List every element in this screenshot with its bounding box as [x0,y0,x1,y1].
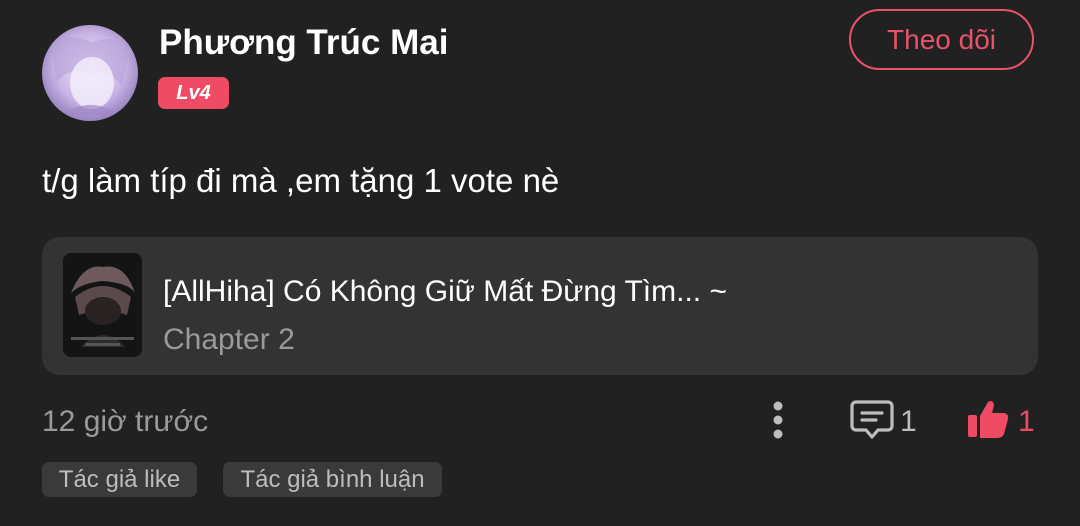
avatar[interactable] [42,25,138,121]
comment-count: 1 [900,405,917,438]
comment-text: t/g làm típ đi mà ,em tặng 1 vote nè [42,162,560,199]
follow-button[interactable]: Theo dõi [849,9,1034,70]
level-badge: Lv4 [158,77,229,109]
story-title: [AllHiha] Có Không Giữ Mất Đừng Tìm... ~ [163,275,727,308]
story-cover [63,253,142,357]
comment-icon[interactable] [850,399,894,441]
like-count: 1 [1018,405,1035,438]
more-vertical-icon[interactable] [758,398,798,442]
timestamp: 12 giờ trước [42,405,209,438]
thumbs-up-icon[interactable] [966,398,1010,440]
story-card[interactable]: [AllHiha] Có Không Giữ Mất Đừng Tìm... ~… [42,237,1038,375]
tag-author-comment: Tác giả bình luận [223,462,442,497]
username[interactable]: Phương Trúc Mai [159,22,448,64]
tag-author-like: Tác giả like [42,462,197,497]
story-chapter: Chapter 2 [163,323,295,356]
